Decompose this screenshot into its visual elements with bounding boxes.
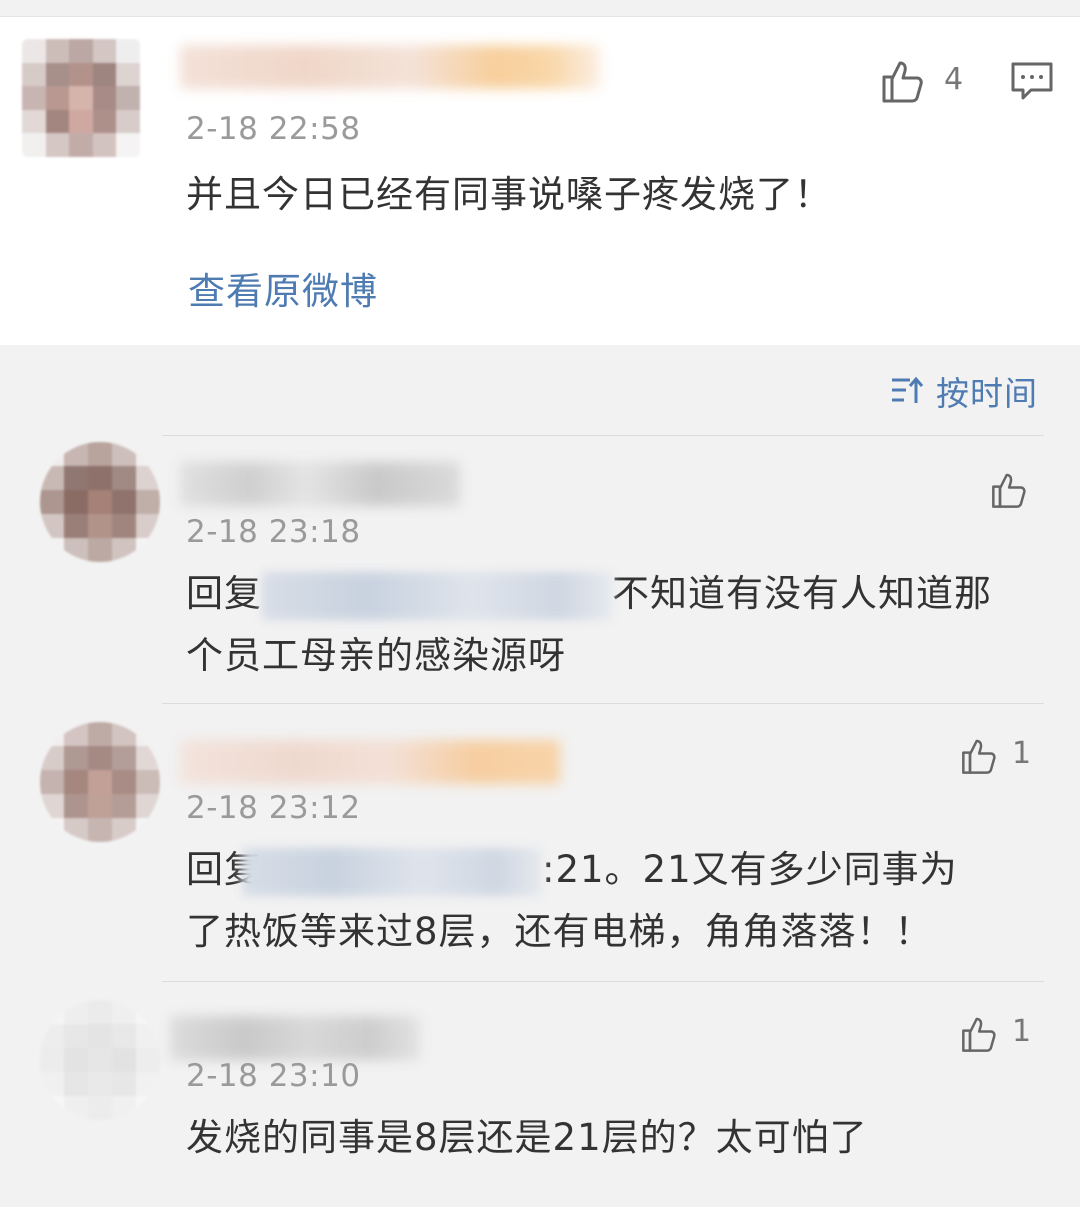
like-count: 4 — [944, 62, 964, 97]
username[interactable] — [170, 1016, 420, 1060]
main-post: 4 2-18 22:58 并且今日已经有同事说嗓子疼发烧了！ 查看原微博 — [0, 17, 1080, 345]
thumbs-up-icon[interactable] — [960, 1014, 1000, 1058]
like-count: 1 — [1012, 1014, 1032, 1049]
username[interactable] — [180, 462, 460, 506]
sort-by-time[interactable]: 按时间 — [936, 367, 1038, 415]
post-time: 2-18 22:58 — [186, 111, 361, 147]
mention-username[interactable] — [262, 571, 612, 620]
sort-icon[interactable] — [890, 375, 926, 409]
avatar[interactable] — [22, 39, 140, 157]
post-text: 并且今日已经有同事说嗓子疼发烧了！ — [186, 173, 832, 216]
comment-text: 回复:21。21又有多少同事为 了热饭等来过8层，还有电梯，角角落落！！ — [186, 839, 1046, 963]
comment-text-line: 了热饭等来过8层，还有电梯，角角落落！！ — [186, 910, 933, 953]
avatar[interactable] — [40, 722, 160, 842]
comment-text-line: :21。21又有多少同事为 — [542, 848, 958, 891]
divider — [162, 703, 1044, 704]
view-original-link[interactable]: 查看原微博 — [188, 261, 378, 315]
thumbs-up-icon[interactable] — [880, 57, 928, 109]
divider — [162, 435, 1044, 436]
comment-text-line: 不知道有没有人知道那 — [612, 572, 992, 615]
avatar[interactable] — [40, 442, 160, 562]
comment-text: 回复 不知道有没有人知道那 个员工母亲的感染源呀 — [186, 563, 1046, 687]
reply-prefix: 回复 — [186, 572, 262, 615]
avatar[interactable] — [40, 1000, 160, 1120]
comment-time: 2-18 23:18 — [186, 514, 361, 550]
comment-bubble-icon[interactable] — [1010, 61, 1054, 105]
like-count: 1 — [1012, 736, 1032, 771]
username[interactable] — [180, 45, 600, 89]
comment-text-line: 个员工母亲的感染源呀 — [186, 634, 566, 677]
top-border — [0, 0, 1080, 17]
comment-text: 发烧的同事是8层还是21层的？太可怕了 — [186, 1116, 868, 1159]
comment-time: 2-18 23:12 — [186, 790, 361, 826]
thumbs-up-icon[interactable] — [960, 736, 1000, 780]
comment-time: 2-18 23:10 — [186, 1058, 361, 1094]
divider — [162, 981, 1044, 982]
mention-username[interactable] — [242, 847, 542, 896]
thumbs-up-icon[interactable] — [990, 470, 1030, 514]
username[interactable] — [180, 740, 560, 784]
sort-bar: 按时间 — [0, 345, 1080, 435]
